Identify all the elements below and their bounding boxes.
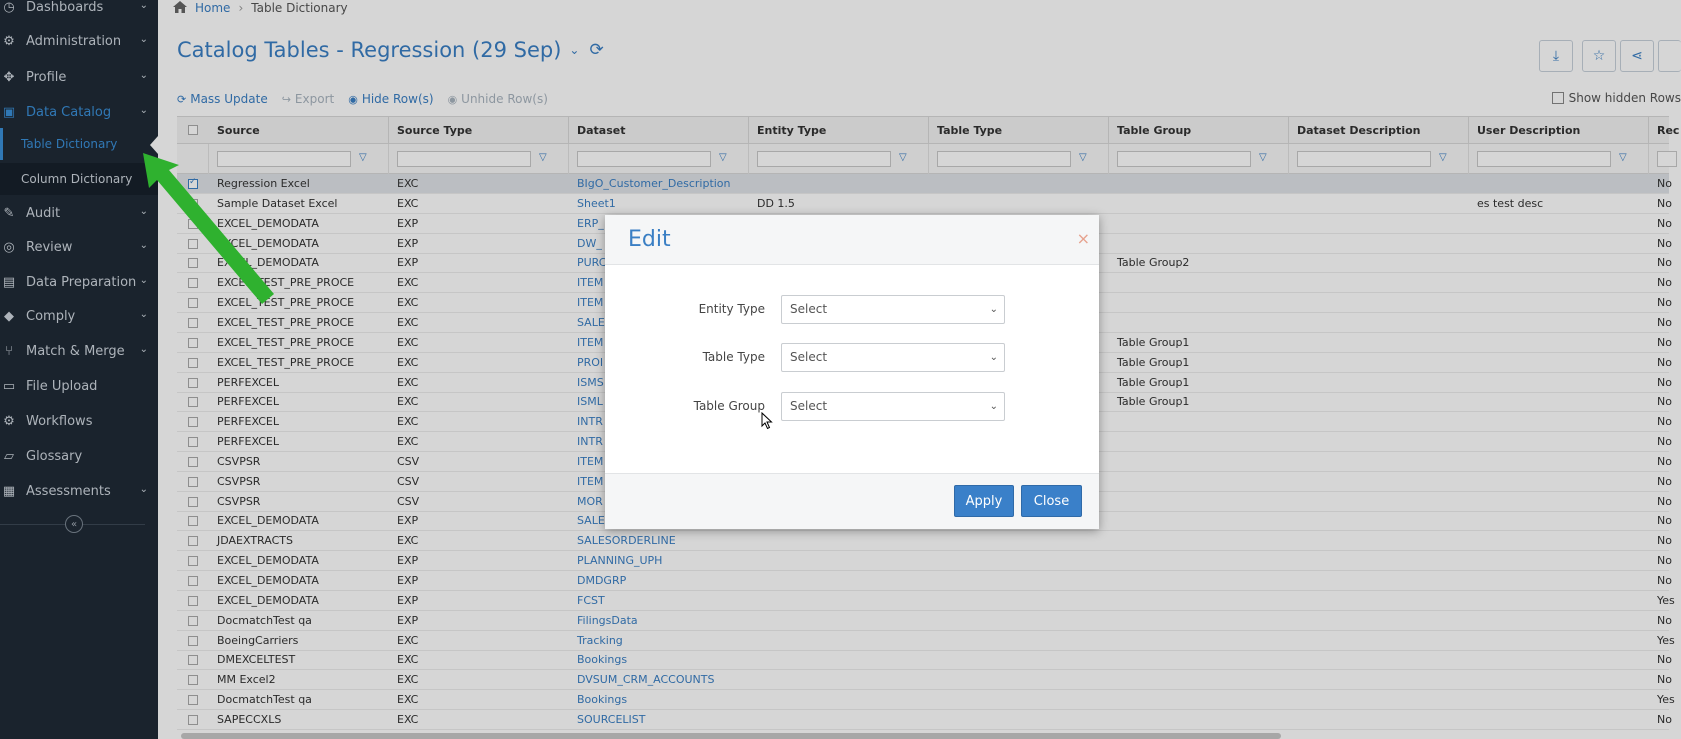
close-button[interactable]: Close (1021, 485, 1082, 517)
table-group-value: Select (790, 399, 828, 413)
table-group-label: Table Group (693, 399, 765, 413)
chevron-down-icon: ⌄ (989, 352, 998, 363)
table-group-select[interactable]: Select ⌄ (781, 392, 1005, 421)
entity-type-value: Select (790, 302, 828, 316)
chevron-down-icon: ⌄ (989, 401, 998, 412)
edit-dialog-header: Edit × (605, 215, 1099, 265)
apply-button[interactable]: Apply (954, 485, 1014, 517)
chevron-down-icon: ⌄ (989, 304, 998, 315)
table-type-select[interactable]: Select ⌄ (781, 343, 1005, 372)
close-icon[interactable]: × (1077, 229, 1090, 248)
edit-dialog-footer: Apply Close (605, 473, 1099, 529)
entity-type-label: Entity Type (698, 302, 765, 316)
mouse-cursor (761, 412, 773, 430)
table-type-label: Table Type (702, 350, 765, 364)
table-type-value: Select (790, 350, 828, 364)
edit-dialog: Edit × Entity Type Select ⌄ Table Type S… (605, 215, 1099, 529)
edit-dialog-title: Edit (628, 227, 671, 252)
entity-type-select[interactable]: Select ⌄ (781, 295, 1005, 324)
